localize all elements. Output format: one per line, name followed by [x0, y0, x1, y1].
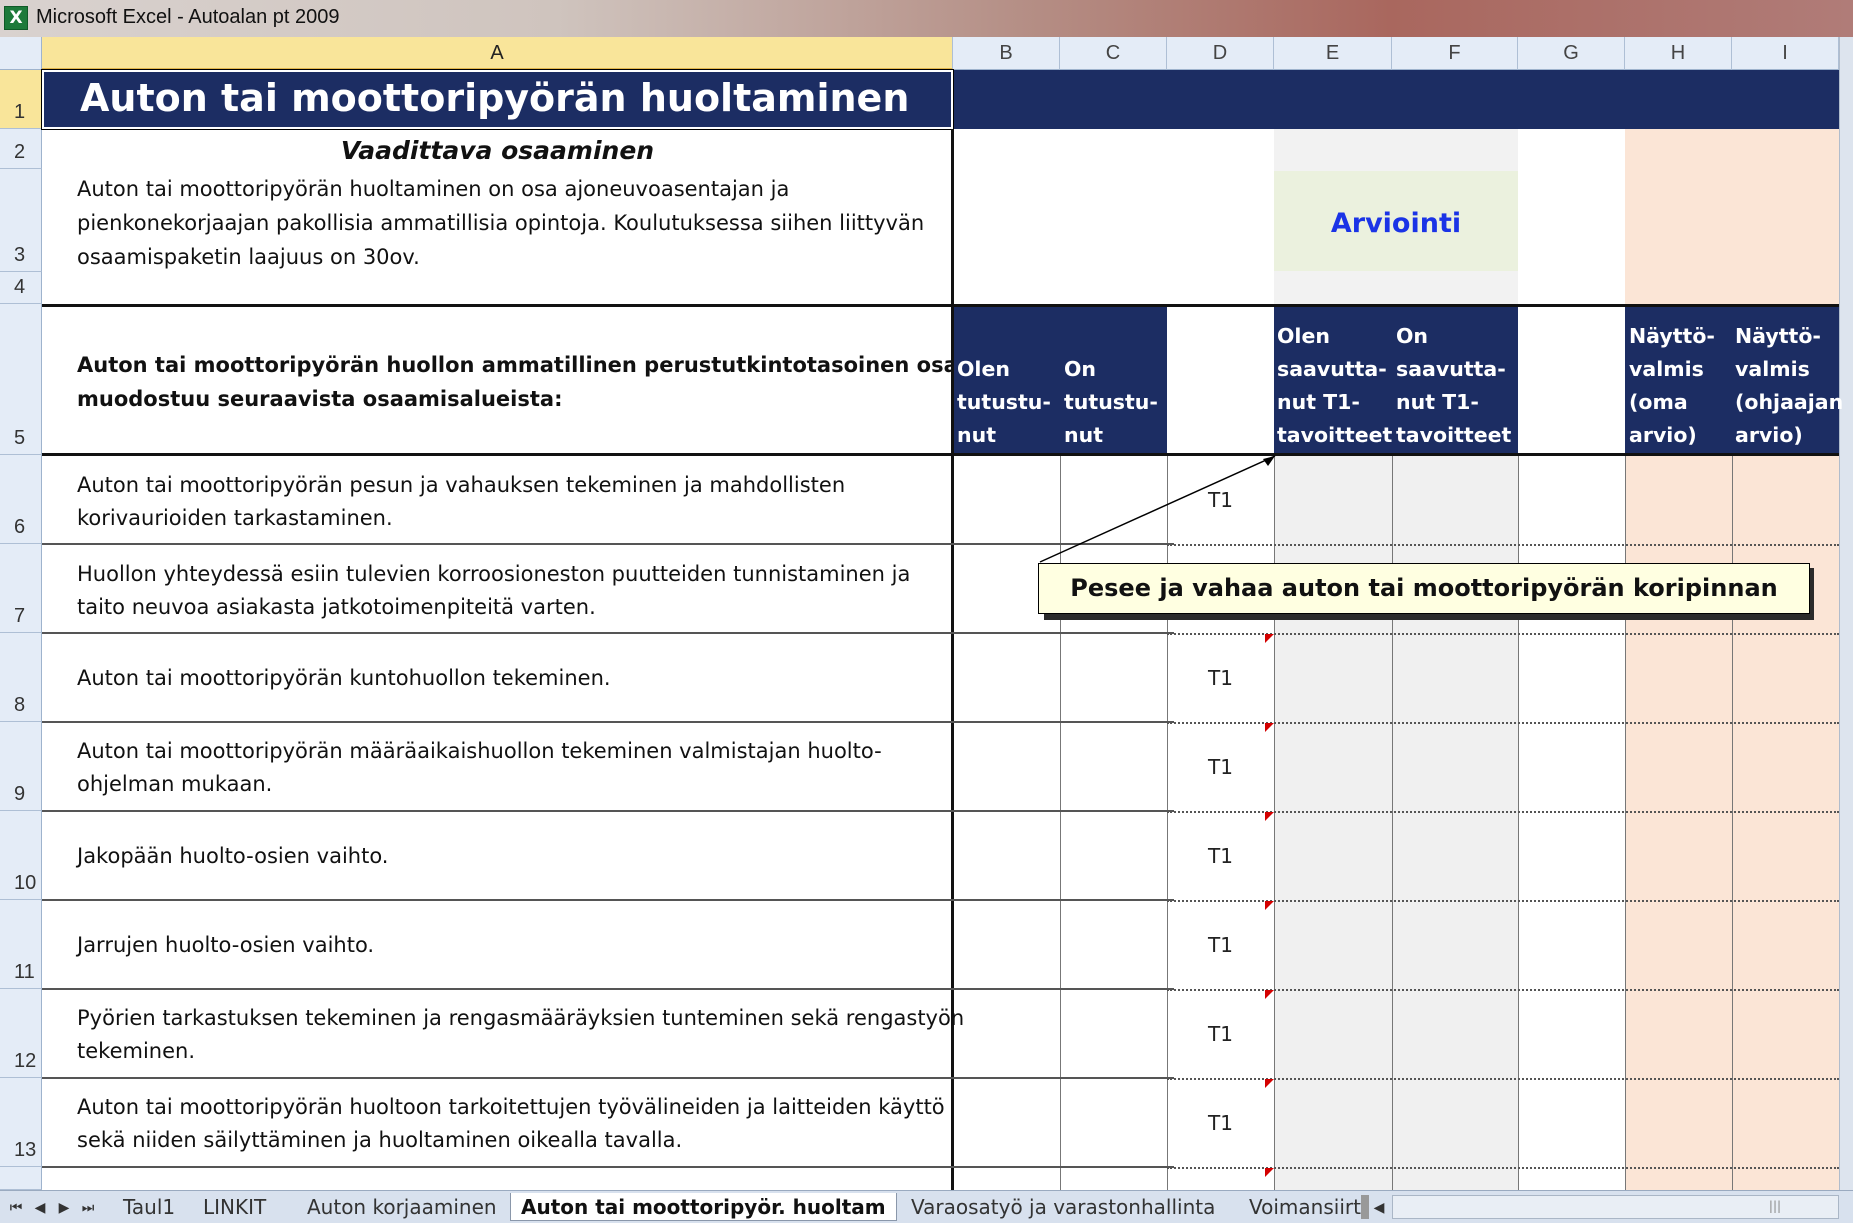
intro-line-1: Auton tai moottoripyörän huoltaminen on …	[77, 177, 790, 201]
tab-linkit[interactable]: LINKIT	[203, 1193, 266, 1221]
hline-row12	[42, 988, 1174, 990]
row-header-14[interactable]	[0, 1167, 42, 1190]
column-header-f[interactable]: F	[1392, 37, 1518, 70]
peach-area-top	[1625, 129, 1839, 304]
header-f: On saavutta-nut T1- tavoitteet	[1396, 324, 1512, 447]
row-header-10[interactable]: 10	[0, 811, 42, 900]
item-5-line-1: Jakopään huolto-osien vaihto.	[77, 844, 389, 868]
row-header-6[interactable]: 6	[0, 455, 42, 544]
row-header-2[interactable]: 2	[0, 129, 42, 169]
arviointi-label: Arviointi	[1330, 208, 1462, 239]
column-header-a[interactable]: A	[42, 37, 953, 70]
comment-indicator-icon[interactable]	[1265, 1168, 1274, 1177]
areas-heading-line-1: Auton tai moottoripyörän huollon ammatil…	[77, 353, 1046, 377]
section-heading: Vaadittava osaaminen	[340, 136, 655, 165]
column-header-d[interactable]: D	[1167, 37, 1274, 70]
comment-indicator-icon[interactable]	[1265, 990, 1274, 999]
scroll-thumb-grip[interactable]: |||	[1760, 1199, 1790, 1215]
window-title: Microsoft Excel - Autoalan pt 2009	[36, 6, 340, 28]
comment-indicator-icon[interactable]	[1265, 901, 1274, 910]
column-header-h[interactable]: H	[1625, 37, 1732, 70]
next-sheet-icon[interactable]: ▶	[56, 1197, 72, 1219]
item-3-level[interactable]: T1	[1167, 666, 1274, 690]
hline-row11	[42, 899, 1174, 901]
row-header-4[interactable]: 4	[0, 272, 42, 304]
header-b: Olen tutustu-nut	[957, 357, 1051, 447]
last-sheet-icon[interactable]: ⏭	[80, 1197, 96, 1219]
column-header-i[interactable]: I	[1732, 37, 1839, 70]
row-header-8[interactable]: 8	[0, 633, 42, 722]
comment-indicator-icon[interactable]	[1265, 723, 1274, 732]
row-header-3[interactable]: 3	[0, 169, 42, 272]
tab-taul1[interactable]: Taul1	[123, 1193, 175, 1221]
sheet-title: Auton tai moottoripyörän huoltaminen	[80, 76, 910, 120]
tab-auton-huoltam[interactable]: Auton tai moottoripyör. huoltam	[510, 1193, 897, 1221]
intro-line-3: osaamispaketin laajuus on 30ov.	[77, 245, 420, 269]
hline-row7	[42, 543, 1174, 545]
item-6-level[interactable]: T1	[1167, 933, 1274, 957]
item-8-level[interactable]: T1	[1167, 1111, 1274, 1135]
header-i: Näyttö-valmis (ohjaajan arvio)	[1735, 324, 1844, 447]
hline-row13	[42, 1077, 1174, 1079]
tab-voimansiirto[interactable]: Voimansiirt	[1249, 1193, 1361, 1221]
hline-row10	[42, 810, 1174, 812]
row-header-12[interactable]: 12	[0, 989, 42, 1078]
row-header-13[interactable]: 13	[0, 1078, 42, 1167]
hline-row9	[42, 721, 1174, 723]
column-header-c[interactable]: C	[1060, 37, 1167, 70]
comment-indicator-icon[interactable]	[1265, 1079, 1274, 1088]
hline-row6	[42, 453, 1839, 456]
tab-auton-korjaaminen[interactable]: Auton korjaaminen	[307, 1193, 497, 1221]
scroll-left-icon[interactable]: ◀	[1371, 1197, 1387, 1219]
item-3-line-1: Auton tai moottoripyörän kuntohuollon te…	[77, 666, 611, 690]
row-header-1[interactable]: 1	[0, 70, 42, 129]
hline-row8	[42, 632, 1174, 634]
header-e: Olen saavutta-nut T1- tavoitteet	[1277, 324, 1393, 447]
item-6-line-1: Jarrujen huolto-osien vaihto.	[77, 933, 375, 957]
column-header-e[interactable]: E	[1274, 37, 1392, 70]
item-1-line-2: korivaurioiden tarkastaminen.	[77, 506, 393, 530]
comment-arrow	[1039, 455, 1276, 563]
tab-split-handle[interactable]	[1361, 1195, 1369, 1219]
column-header-g[interactable]: G	[1518, 37, 1625, 70]
item-7-line-2: tekeminen.	[77, 1039, 195, 1063]
first-sheet-icon[interactable]: ⏮	[8, 1197, 24, 1219]
cell-comment[interactable]: Pesee ja vahaa auton tai moottoripyörän …	[1038, 563, 1810, 614]
item-8-line-2: sekä niiden säilyttäminen ja huoltaminen…	[77, 1128, 683, 1152]
row-header-7[interactable]: 7	[0, 544, 42, 633]
comment-indicator-icon[interactable]	[1265, 634, 1274, 643]
comment-indicator-icon[interactable]	[1265, 812, 1274, 821]
intro-line-2: pienkonekorjaajan pakollisia ammatillisi…	[77, 211, 925, 235]
item-7-line-1: Pyörien tarkastuksen tekeminen ja rengas…	[77, 1006, 965, 1030]
item-8-line-1: Auton tai moottoripyörän huoltoon tarkoi…	[77, 1095, 945, 1119]
row-header-11[interactable]: 11	[0, 900, 42, 989]
item-2-line-2: taito neuvoa asiakasta jatkotoimenpiteit…	[77, 595, 596, 619]
item-7-level[interactable]: T1	[1167, 1022, 1274, 1046]
header-h: Näyttö-valmis (oma arvio)	[1629, 324, 1715, 447]
tab-varaosatyo[interactable]: Varaosatyö ja varastonhallinta	[911, 1193, 1215, 1221]
item-4-line-1: Auton tai moottoripyörän määräaikaishuol…	[77, 739, 882, 763]
hline-row14	[42, 1166, 1174, 1168]
select-all-corner[interactable]	[0, 37, 42, 70]
row-header-9[interactable]: 9	[0, 722, 42, 811]
excel-app-icon[interactable]: X	[4, 6, 28, 30]
item-4-line-2: ohjelman mukaan.	[77, 772, 273, 796]
item-1-line-1: Auton tai moottoripyörän pesun ja vahauk…	[77, 473, 846, 497]
row-header-5[interactable]: 5	[0, 304, 42, 455]
thick-divider-row5	[42, 304, 1839, 307]
column-header-b[interactable]: B	[953, 37, 1060, 70]
prev-sheet-icon[interactable]: ◀	[32, 1197, 48, 1219]
areas-heading-line-2: muodostuu seuraavista osaamisalueista:	[77, 387, 563, 411]
header-c: On tutustu-nut	[1064, 357, 1158, 447]
item-5-level[interactable]: T1	[1167, 844, 1274, 868]
vertical-scroll-area[interactable]	[1839, 37, 1853, 1190]
item-2-line-1: Huollon yhteydessä esiin tulevien korroo…	[77, 562, 911, 586]
item-4-level[interactable]: T1	[1167, 755, 1274, 779]
